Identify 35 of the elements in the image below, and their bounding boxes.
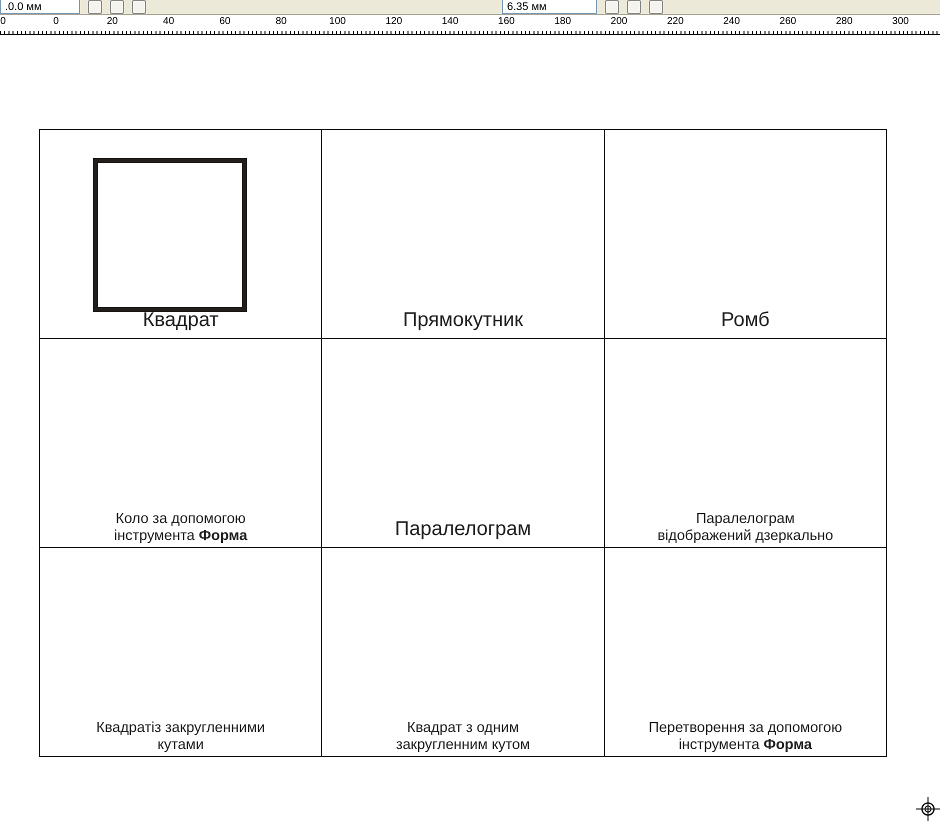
ruler-label: 20 [106,16,118,27]
shape-caption: Квадрат з одним закругленним кутом [396,720,530,754]
shape-caption: Квадрат [142,308,219,332]
ruler-label: 160 [498,16,515,27]
ruler-label: 200 [610,16,628,27]
ruler-label: 260 [780,16,796,27]
ruler-label: 300 [892,16,909,27]
ruler-label: 220 [666,16,684,27]
ruler-label: 80 [276,16,287,27]
ruler-label: 0 [53,16,59,27]
ruler-label: 100 [329,16,346,27]
shape-caption: Паралелограм відображений дзеркально [657,511,834,545]
offset-field[interactable]: .0.0 мм [0,0,80,14]
ruler-label: 40 [163,16,174,27]
ruler-label: 0 [0,16,6,27]
shape-caption: Ромб [721,308,770,332]
shape-caption: Прямокутник [402,308,524,332]
ruler-label: 120 [385,16,402,27]
ruler-label: 60 [219,16,230,27]
toolbar-icon[interactable] [132,0,146,14]
shape-caption: Квадратіз закругленними кутами [96,720,266,754]
shape-caption: Паралелограм [394,517,532,541]
ruler-label: 280 [836,16,853,27]
ruler-label: 240 [723,16,740,27]
ruler-label: 140 [442,16,458,27]
ruler-label: 180 [554,16,572,27]
toolbar-icon[interactable] [110,0,124,14]
toolbar-icon[interactable] [88,0,102,14]
crosshair-icon [916,797,940,821]
toolbar-icon[interactable] [627,0,641,14]
shape-caption: Перетворення за допомогою інструмента Форма [648,720,842,754]
toolbar-icon[interactable] [649,0,663,14]
offset-field[interactable]: 6.35 мм [502,0,597,14]
toolbar-icon[interactable] [605,0,619,14]
shape-caption: Коло за допомогою інструмента Форма [114,511,248,545]
